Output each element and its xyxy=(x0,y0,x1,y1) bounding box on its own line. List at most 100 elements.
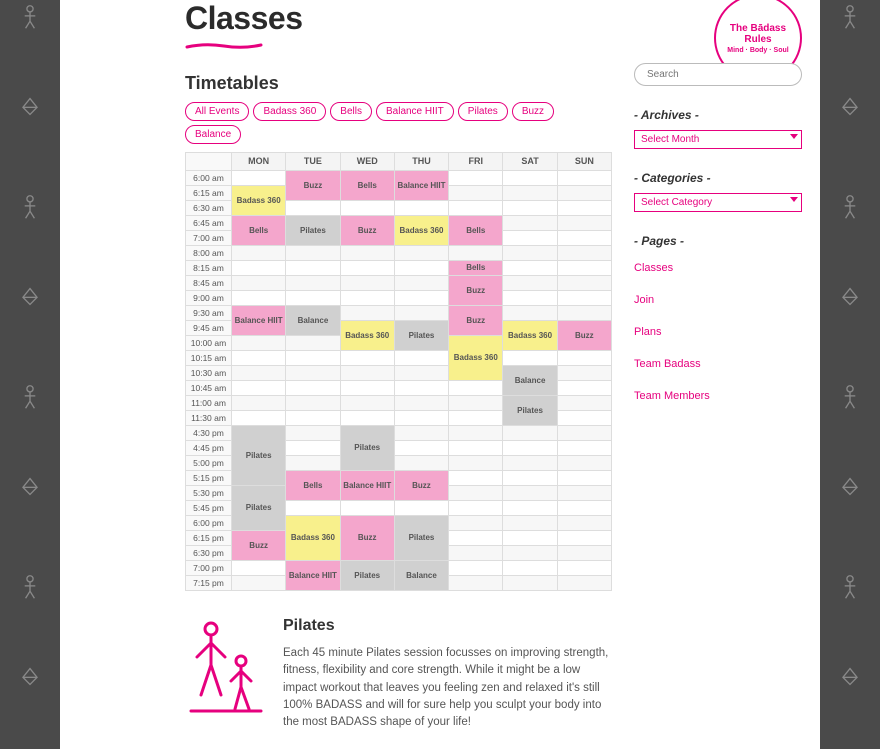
event-pilates[interactable]: Pilates xyxy=(232,486,285,530)
empty-slot xyxy=(449,486,503,501)
empty-slot xyxy=(557,486,611,501)
event-badass-360[interactable]: Badass 360 xyxy=(341,321,394,350)
event-buzz[interactable]: Buzz xyxy=(232,531,285,560)
empty-slot xyxy=(394,456,448,471)
empty-slot xyxy=(557,561,611,576)
empty-slot xyxy=(232,336,286,351)
day-header: SAT xyxy=(503,153,557,171)
empty-slot xyxy=(232,576,286,591)
categories-heading: - Categories - xyxy=(634,171,802,185)
empty-slot xyxy=(557,441,611,456)
empty-slot xyxy=(340,261,394,276)
event-bells[interactable]: Bells xyxy=(341,171,394,200)
gutter-ornament-icon xyxy=(19,570,41,600)
event-badass-360[interactable]: Badass 360 xyxy=(395,216,448,245)
empty-slot xyxy=(557,456,611,471)
event-buzz[interactable]: Buzz xyxy=(558,321,611,350)
time-label: 10:15 am xyxy=(186,351,232,366)
empty-slot xyxy=(340,201,394,216)
filter-bells[interactable]: Bells xyxy=(330,102,372,121)
event-badass-360[interactable]: Badass 360 xyxy=(286,516,339,560)
event-buzz[interactable]: Buzz xyxy=(341,516,394,560)
time-label: 5:45 pm xyxy=(186,501,232,516)
pilates-icon xyxy=(185,617,265,731)
empty-slot xyxy=(557,291,611,306)
empty-slot xyxy=(557,366,611,381)
event-pilates[interactable]: Pilates xyxy=(341,426,394,470)
page-link-plans[interactable]: Plans xyxy=(634,326,662,338)
event-buzz[interactable]: Buzz xyxy=(395,471,448,500)
gutter-ornament-icon xyxy=(19,0,41,30)
empty-slot xyxy=(394,246,448,261)
filter-pilates[interactable]: Pilates xyxy=(458,102,508,121)
event-bells[interactable]: Bells xyxy=(286,471,339,500)
day-header: MON xyxy=(232,153,286,171)
empty-slot xyxy=(286,351,340,366)
event-balance[interactable]: Balance xyxy=(286,306,339,335)
event-buzz[interactable]: Buzz xyxy=(449,306,502,335)
event-balance[interactable]: Balance xyxy=(503,366,556,395)
empty-slot xyxy=(286,381,340,396)
empty-slot xyxy=(503,276,557,291)
categories-select[interactable]: Select Category xyxy=(634,193,802,212)
archives-select[interactable]: Select Month xyxy=(634,130,802,149)
filter-bar: All EventsBadass 360BellsBalance HIITPil… xyxy=(185,102,612,144)
page-link-classes[interactable]: Classes xyxy=(634,262,673,274)
event-buzz[interactable]: Buzz xyxy=(286,171,339,200)
timetables-heading: Timetables xyxy=(185,73,612,94)
time-label: 4:30 pm xyxy=(186,426,232,441)
event-balance[interactable]: Balance xyxy=(395,561,448,590)
event-bells[interactable]: Bells xyxy=(232,216,285,245)
event-badass-360[interactable]: Badass 360 xyxy=(449,336,502,380)
filter-balance[interactable]: Balance xyxy=(185,125,241,144)
event-balance-hiit[interactable]: Balance HIIT xyxy=(286,561,339,590)
gutter-ornament-icon xyxy=(19,190,41,220)
event-balance-hiit[interactable]: Balance HIIT xyxy=(395,171,448,200)
empty-slot xyxy=(557,261,611,276)
gutter-ornament-icon xyxy=(839,95,861,125)
time-label: 10:00 am xyxy=(186,336,232,351)
event-buzz[interactable]: Buzz xyxy=(341,216,394,245)
empty-slot xyxy=(286,201,340,216)
event-pilates[interactable]: Pilates xyxy=(395,321,448,350)
filter-buzz[interactable]: Buzz xyxy=(512,102,554,121)
page-link-team-members[interactable]: Team Members xyxy=(634,390,710,402)
event-bells[interactable]: Bells xyxy=(449,216,502,245)
empty-slot xyxy=(557,411,611,426)
empty-slot xyxy=(503,546,557,561)
event-badass-360[interactable]: Badass 360 xyxy=(232,186,285,215)
event-pilates[interactable]: Pilates xyxy=(341,561,394,590)
empty-slot xyxy=(503,261,557,276)
empty-slot xyxy=(394,501,448,516)
page-link-team-badass[interactable]: Team Badass xyxy=(634,358,701,370)
event-balance-hiit[interactable]: Balance HIIT xyxy=(341,471,394,500)
filter-balance-hiit[interactable]: Balance HIIT xyxy=(376,102,454,121)
empty-slot xyxy=(503,471,557,486)
event-balance-hiit[interactable]: Balance HIIT xyxy=(232,306,285,335)
empty-slot xyxy=(232,171,286,186)
search-input[interactable] xyxy=(634,63,802,86)
empty-slot xyxy=(503,291,557,306)
page-link-join[interactable]: Join xyxy=(634,294,654,306)
event-pilates[interactable]: Pilates xyxy=(232,426,285,485)
event-bells[interactable]: Bells xyxy=(449,261,502,275)
time-label: 5:00 pm xyxy=(186,456,232,471)
empty-slot xyxy=(557,381,611,396)
gutter-ornament-icon xyxy=(839,285,861,315)
empty-slot xyxy=(340,411,394,426)
archives-heading: - Archives - xyxy=(634,108,802,122)
time-label: 7:00 pm xyxy=(186,561,232,576)
event-badass-360[interactable]: Badass 360 xyxy=(503,321,556,350)
event-pilates[interactable]: Pilates xyxy=(395,516,448,560)
time-label: 6:30 pm xyxy=(186,546,232,561)
empty-slot xyxy=(449,411,503,426)
empty-slot xyxy=(449,246,503,261)
event-pilates[interactable]: Pilates xyxy=(503,396,556,425)
filter-badass-360[interactable]: Badass 360 xyxy=(253,102,326,121)
empty-slot xyxy=(286,261,340,276)
event-pilates[interactable]: Pilates xyxy=(286,216,339,245)
event-buzz[interactable]: Buzz xyxy=(449,276,502,305)
filter-all-events[interactable]: All Events xyxy=(185,102,249,121)
empty-slot xyxy=(503,231,557,246)
empty-slot xyxy=(557,576,611,591)
